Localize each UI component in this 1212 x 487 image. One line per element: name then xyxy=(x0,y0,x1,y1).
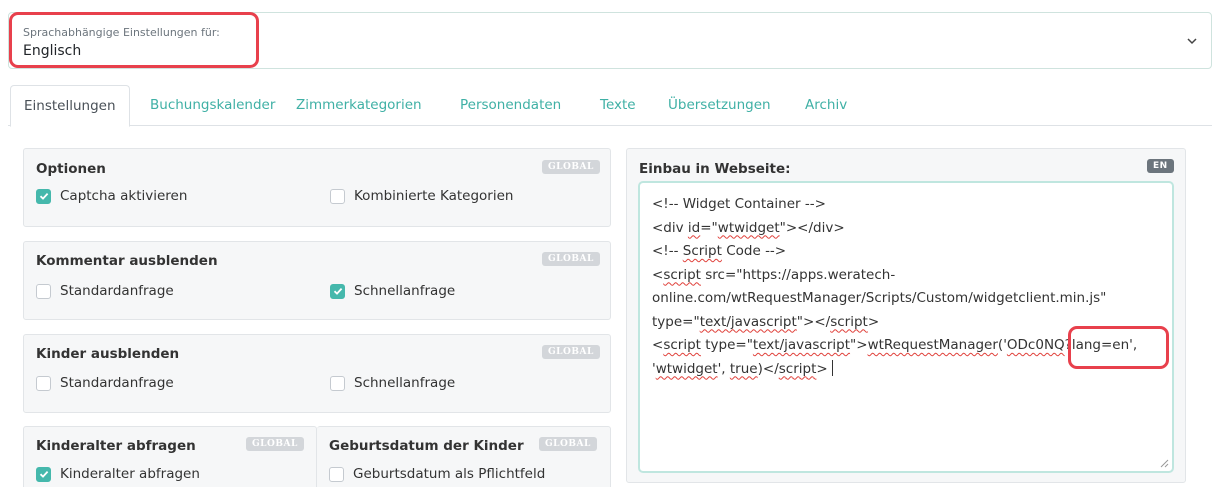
tab-bar: Einstellungen Buchungskalender Zimmerkat… xyxy=(8,85,1212,127)
code-line: 'wtwidget', true)</script> xyxy=(652,358,1160,382)
language-select[interactable]: Sprachabhängige Einstellungen für: Engli… xyxy=(8,12,1212,69)
tab-uebersetzungen[interactable]: Übersetzungen xyxy=(668,85,771,126)
checkbox-empty-icon[interactable] xyxy=(36,283,51,299)
text-caret xyxy=(831,359,833,376)
global-badge: GLOBAL xyxy=(539,437,597,451)
global-badge: GLOBAL xyxy=(542,252,600,266)
kommentar-standardanfrage-checkbox[interactable]: Standardanfrage xyxy=(36,283,174,299)
code-line: type="text/javascript"></script> xyxy=(652,313,880,330)
kinder-schnellanfrage-checkbox[interactable]: Schnellanfrage xyxy=(330,375,455,391)
checkbox-label: Geburtsdatum als Pflichtfeld xyxy=(353,466,546,482)
tab-einstellungen[interactable]: Einstellungen xyxy=(10,85,130,127)
embed-code-textarea[interactable]: <!-- Widget Container --> <div id="wtwid… xyxy=(638,181,1174,473)
tab-buchungskalender[interactable]: Buchungskalender xyxy=(150,85,275,126)
kombinierte-kategorien-checkbox[interactable]: Kombinierte Kategorien xyxy=(330,188,513,204)
code-line: <!-- Widget Container --> xyxy=(652,196,826,212)
chevron-down-icon[interactable] xyxy=(1185,34,1199,48)
panel-title: Geburtsdatum der Kinder xyxy=(329,438,524,454)
tab-archiv[interactable]: Archiv xyxy=(805,85,847,126)
resize-handle-icon[interactable] xyxy=(1160,459,1169,468)
kommentar-schnellanfrage-checkbox[interactable]: Schnellanfrage xyxy=(330,283,455,299)
code-line: <!-- Script Code --> xyxy=(652,243,787,259)
checkbox-checked-icon[interactable] xyxy=(36,188,51,204)
checkbox-empty-icon[interactable] xyxy=(329,466,344,482)
panel-title: Kinderalter abfragen xyxy=(36,438,196,454)
checkbox-label: Kombinierte Kategorien xyxy=(354,188,514,204)
kinder-standardanfrage-checkbox[interactable]: Standardanfrage xyxy=(36,375,174,391)
panel-title: Optionen xyxy=(36,161,106,177)
checkbox-label: Standardanfrage xyxy=(60,283,174,299)
captcha-checkbox[interactable]: Captcha aktivieren xyxy=(36,188,187,204)
panel-title: Kommentar ausblenden xyxy=(36,253,218,269)
language-select-value[interactable]: Englisch xyxy=(23,43,81,59)
checkbox-label: Schnellanfrage xyxy=(354,283,456,299)
panel-kinderalter-abfragen: Kinderalter abfragen GLOBAL Kinderalter … xyxy=(23,426,317,487)
checkbox-label: Captcha aktivieren xyxy=(60,188,188,204)
global-badge: GLOBAL xyxy=(246,437,304,451)
checkbox-empty-icon[interactable] xyxy=(330,375,345,391)
checkbox-label: Schnellanfrage xyxy=(354,375,456,391)
panel-kommentar-ausblenden: Kommentar ausblenden GLOBAL Standardanfr… xyxy=(23,241,611,320)
tab-personendaten[interactable]: Personendaten xyxy=(460,85,561,126)
panel-geburtsdatum-der-kinder: Geburtsdatum der Kinder GLOBAL Geburtsda… xyxy=(317,426,611,487)
tab-texte[interactable]: Texte xyxy=(600,85,636,126)
geburtsdatum-pflichtfeld-checkbox[interactable]: Geburtsdatum als Pflichtfeld xyxy=(329,466,545,482)
code-line: online.com/wtRequestManager/Scripts/Cust… xyxy=(652,290,1107,306)
checkbox-label: Standardanfrage xyxy=(60,375,174,391)
global-badge: GLOBAL xyxy=(542,160,600,174)
checkbox-checked-icon[interactable] xyxy=(36,466,51,482)
language-select-label: Sprachabhängige Einstellungen für: xyxy=(23,26,220,39)
code-line: <script type="text/javascript">wtRequest… xyxy=(652,337,1138,353)
panel-title: Einbau in Webseite: xyxy=(639,161,791,177)
code-line: <script src="https://apps.weratech- xyxy=(652,266,896,283)
panel-optionen: Optionen GLOBAL Captcha aktivieren Kombi… xyxy=(23,148,611,227)
checkbox-empty-icon[interactable] xyxy=(36,375,51,391)
global-badge: GLOBAL xyxy=(542,345,600,359)
checkbox-empty-icon[interactable] xyxy=(330,188,345,204)
code-line: <div id="wtwidget"></div> xyxy=(652,219,845,236)
panel-title: Kinder ausblenden xyxy=(36,346,180,362)
panel-kinder-ausblenden: Kinder ausblenden GLOBAL Standardanfrage… xyxy=(23,334,611,413)
language-badge: EN xyxy=(1147,159,1174,173)
checkbox-checked-icon[interactable] xyxy=(330,283,345,299)
tab-zimmerkategorien[interactable]: Zimmerkategorien xyxy=(296,85,422,126)
kinderalter-checkbox[interactable]: Kinderalter abfragen xyxy=(36,466,200,482)
checkbox-label: Kinderalter abfragen xyxy=(60,466,200,482)
